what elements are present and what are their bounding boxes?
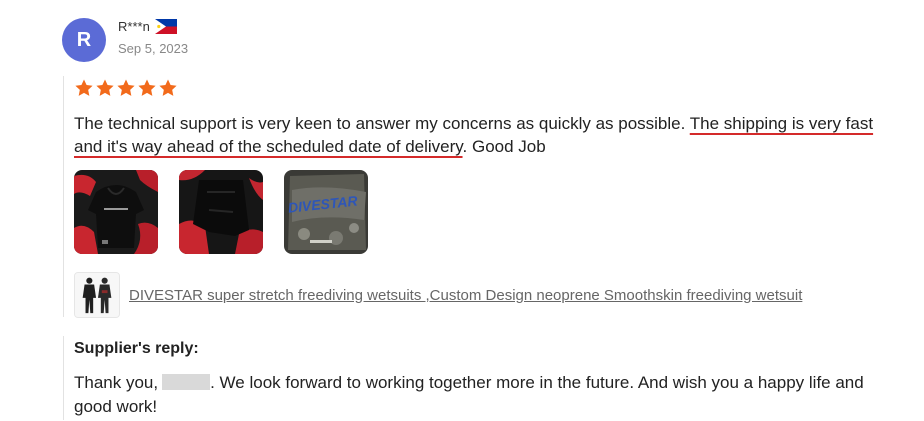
review-photo-3[interactable]: DIVESTAR: [284, 170, 368, 254]
divider: [63, 336, 64, 420]
product-reference: DIVESTAR super stretch freediving wetsui…: [74, 272, 802, 318]
review-photo-1[interactable]: [74, 170, 158, 254]
supplier-reply-text: Thank you,. We look forward to working t…: [74, 371, 894, 419]
star-icon: [75, 79, 93, 96]
reviewer-name: R***n: [118, 19, 150, 34]
review-photo-2[interactable]: [179, 170, 263, 254]
star-rating: [74, 78, 178, 98]
avatar-letter: R: [76, 28, 92, 51]
review-text: The technical support is very keen to an…: [74, 112, 894, 158]
divider: [63, 76, 64, 317]
review-photos: DIVESTAR: [74, 170, 368, 254]
review-text-outro: . Good Job: [462, 137, 546, 156]
review-date: Sep 5, 2023: [118, 41, 189, 56]
supplier-reply-greeting: Thank you,: [74, 373, 159, 392]
product-link[interactable]: DIVESTAR super stretch freediving wetsui…: [129, 287, 802, 304]
star-icon: [159, 79, 177, 96]
wetsuit-thumbnail-icon[interactable]: [74, 272, 120, 318]
star-icon: [138, 79, 156, 96]
star-icon: [117, 79, 135, 96]
review-photo-wetsuit-icon: [179, 170, 263, 254]
review-card: R R***n Sep 5, 2023 The technical suppor…: [0, 0, 924, 421]
avatar: R: [62, 18, 106, 62]
star-icon: [96, 79, 114, 96]
supplier-reply-title: Supplier's reply:: [74, 340, 199, 357]
review-photo-package-icon: DIVESTAR: [284, 170, 368, 254]
review-text-intro: The technical support is very keen to an…: [74, 114, 690, 133]
redacted-name: [162, 374, 211, 390]
review-photo-hoodie-icon: [74, 170, 158, 254]
philippines-flag-icon: [155, 19, 177, 34]
